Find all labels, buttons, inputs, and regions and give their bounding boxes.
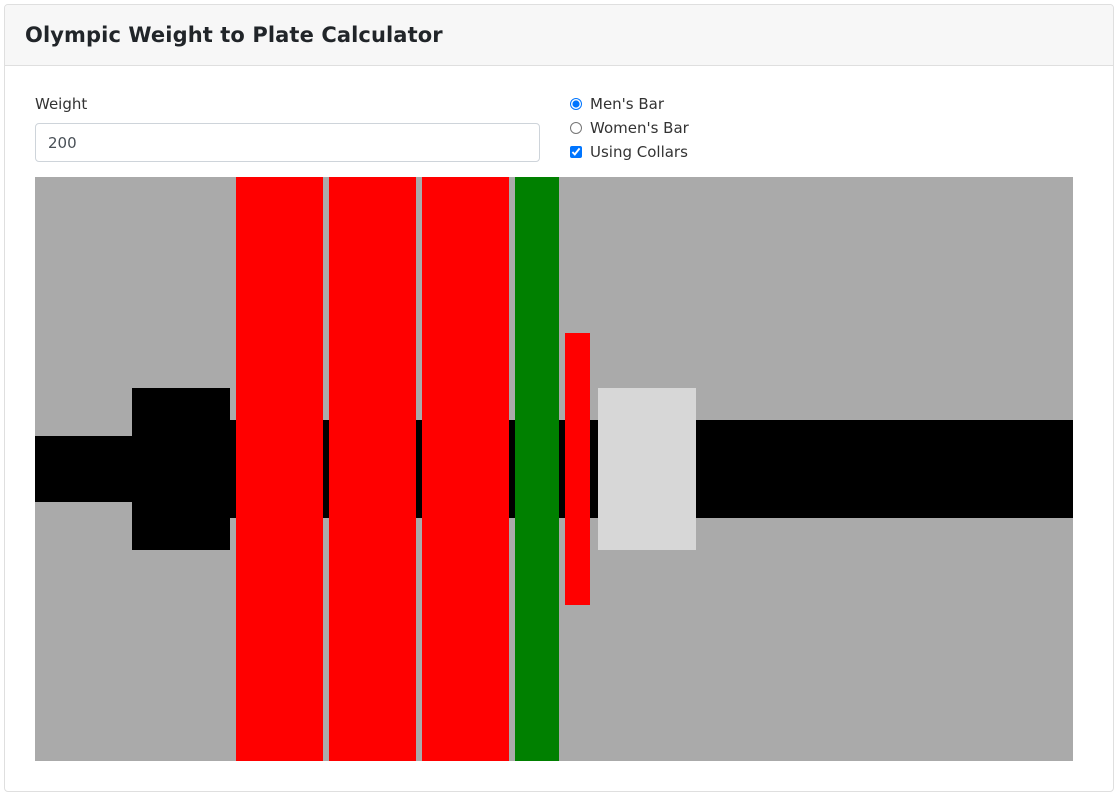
card-header: Olympic Weight to Plate Calculator [5,5,1113,66]
plate-4 [515,177,559,761]
bar-options: Men's Bar Women's Bar Using Collars [569,92,689,164]
weight-label: Weight [35,95,88,113]
barbell-svg [35,177,1073,761]
bar-sleeve-stop [132,388,230,550]
collars-option[interactable]: Using Collars [569,140,689,164]
plate-2 [329,177,416,761]
collar [598,388,696,550]
plate-5 [565,333,590,605]
mens-bar-radio[interactable] [570,98,582,110]
mens-bar-option[interactable]: Men's Bar [569,92,689,116]
collars-checkbox[interactable] [570,146,582,158]
barbell-visualization [35,177,1073,761]
mens-bar-label: Men's Bar [590,95,665,113]
womens-bar-label: Women's Bar [590,119,689,137]
womens-bar-option[interactable]: Women's Bar [569,116,689,140]
womens-bar-radio[interactable] [570,122,582,134]
plate-1 [236,177,323,761]
weight-input[interactable] [35,123,540,162]
page-title: Olympic Weight to Plate Calculator [25,23,443,47]
collars-label: Using Collars [590,143,688,161]
plate-3 [422,177,509,761]
bar-end [35,436,135,502]
